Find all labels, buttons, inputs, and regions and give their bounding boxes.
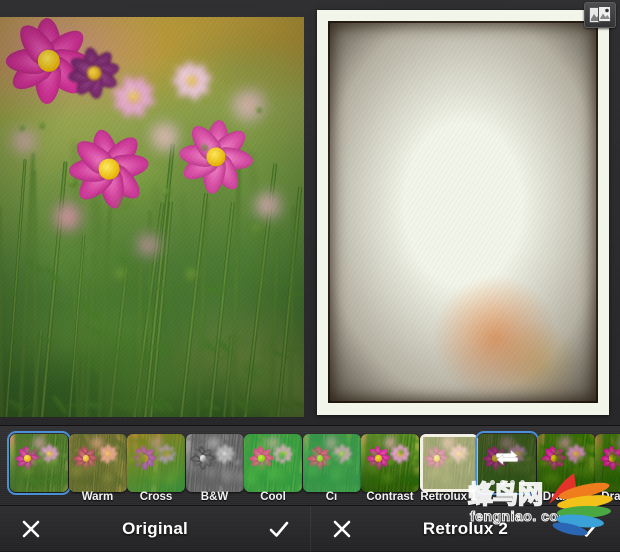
thumbnail-filter-tint — [303, 434, 361, 492]
filtered-photo-frame-inner — [328, 21, 598, 403]
shuffle-icon — [493, 445, 521, 474]
filter-thumbnail-image — [127, 434, 185, 492]
original-confirm-button[interactable] — [262, 512, 296, 546]
flower-bud — [39, 122, 45, 128]
thumbnail-filter-tint — [244, 434, 302, 492]
thumbnail-filter-tint — [69, 434, 127, 492]
cosmos-flower — [64, 124, 154, 214]
flower-bud — [51, 459, 60, 468]
shuffle-variant-dots — [478, 480, 536, 485]
filter-thumbnail-c-[interactable]: Cı — [303, 434, 361, 504]
cosmos-flower — [170, 59, 214, 103]
flower-bud — [23, 466, 34, 477]
flower-bud — [201, 144, 208, 151]
bottom-toolbars: Original Retrolux 2 — [0, 505, 620, 551]
app-root: WarmCrossB&WCoolCıContrastRetrolux 1 Dra… — [0, 0, 620, 551]
filter-thumbnail-image — [69, 434, 127, 492]
flower-bud — [62, 453, 68, 460]
thumbnail-filter-tint — [420, 434, 478, 492]
filtered-grain-overlay — [328, 21, 598, 403]
thumbnail-filter-tint — [595, 434, 620, 492]
filter-thumbnail-image — [361, 434, 419, 492]
close-icon — [21, 519, 41, 539]
thumbnail-filter-tint — [537, 434, 595, 492]
thumbnail-filter-tint — [127, 434, 185, 492]
flower-bud — [256, 107, 261, 112]
filter-thumbnail-image — [186, 434, 244, 492]
original-cancel-button[interactable] — [14, 512, 48, 546]
filtered-confirm-button[interactable] — [572, 512, 606, 546]
filter-thumbnail-image — [420, 434, 478, 492]
compare-photos-icon — [589, 6, 611, 24]
thumbnail-filter-tint — [186, 434, 244, 492]
compare-photos-button[interactable] — [584, 2, 616, 28]
flower-bud — [39, 452, 46, 459]
filter-thumbnail-strip[interactable]: WarmCrossB&WCoolCıContrastRetrolux 1 Dra… — [0, 425, 620, 505]
filter-thumbnail-shuffle[interactable] — [478, 434, 536, 504]
filter-thumbnail-warm[interactable]: Warm — [69, 434, 127, 504]
filter-thumbnail-b-w[interactable]: B&W — [186, 434, 244, 504]
filter-thumbnail-image — [303, 434, 361, 492]
filter-thumbnail-drama-1[interactable]: Drama 1 — [537, 434, 595, 504]
flower-bud — [115, 269, 128, 282]
filter-thumbnail-image — [244, 434, 302, 492]
original-toolbar: Original — [0, 506, 310, 552]
film-edge-overlay — [328, 21, 598, 403]
original-photo-image — [0, 17, 304, 417]
filtered-photo-panel[interactable] — [317, 10, 609, 415]
original-photo-panel[interactable] — [0, 17, 304, 417]
filter-thumbnail-contrast[interactable]: Contrast — [361, 434, 419, 504]
filter-thumbnail-image — [478, 434, 536, 492]
filter-thumbnail-cross[interactable]: Cross — [127, 434, 185, 504]
checkmark-icon — [268, 519, 290, 539]
filter-thumbnail-image — [595, 434, 620, 492]
shuffle-dot — [490, 480, 495, 485]
filter-thumbnail-image — [537, 434, 595, 492]
flower-bud — [252, 224, 263, 235]
cosmos-flower — [136, 232, 162, 258]
preview-area — [0, 0, 620, 425]
filter-thumbnail-cool[interactable]: Cool — [244, 434, 302, 504]
filtered-vignette — [328, 21, 598, 403]
flower-bud — [68, 178, 77, 187]
filter-thumbnail-label: Retrolux 1 — [414, 491, 484, 503]
shuffle-dot — [520, 480, 525, 485]
cosmos-flower — [252, 189, 284, 221]
filter-thumbnail-original[interactable] — [10, 434, 68, 504]
flower-bud — [118, 199, 128, 209]
flower-bud — [186, 269, 199, 282]
cosmos-flower — [173, 114, 259, 200]
checkmark-icon — [578, 519, 600, 539]
close-icon — [332, 519, 352, 539]
filtered-toolbar: Retrolux 2 — [310, 506, 620, 552]
light-leak-overlay — [328, 21, 598, 403]
filtered-cancel-button[interactable] — [325, 512, 359, 546]
cosmos-flower — [149, 122, 179, 152]
filter-thumbnail-image — [10, 434, 68, 492]
filter-thumbnail-retrolux-1[interactable]: Retrolux 1 — [420, 434, 478, 504]
thumbnail-filter-tint — [361, 434, 419, 492]
flower-bud — [162, 188, 171, 197]
filter-thumbnail-label: Drama 2 — [589, 491, 620, 503]
shuffle-dot — [500, 480, 505, 485]
shuffle-dot — [510, 480, 515, 485]
filter-thumbnail-drama-2[interactable]: Drama 2 — [595, 434, 620, 504]
